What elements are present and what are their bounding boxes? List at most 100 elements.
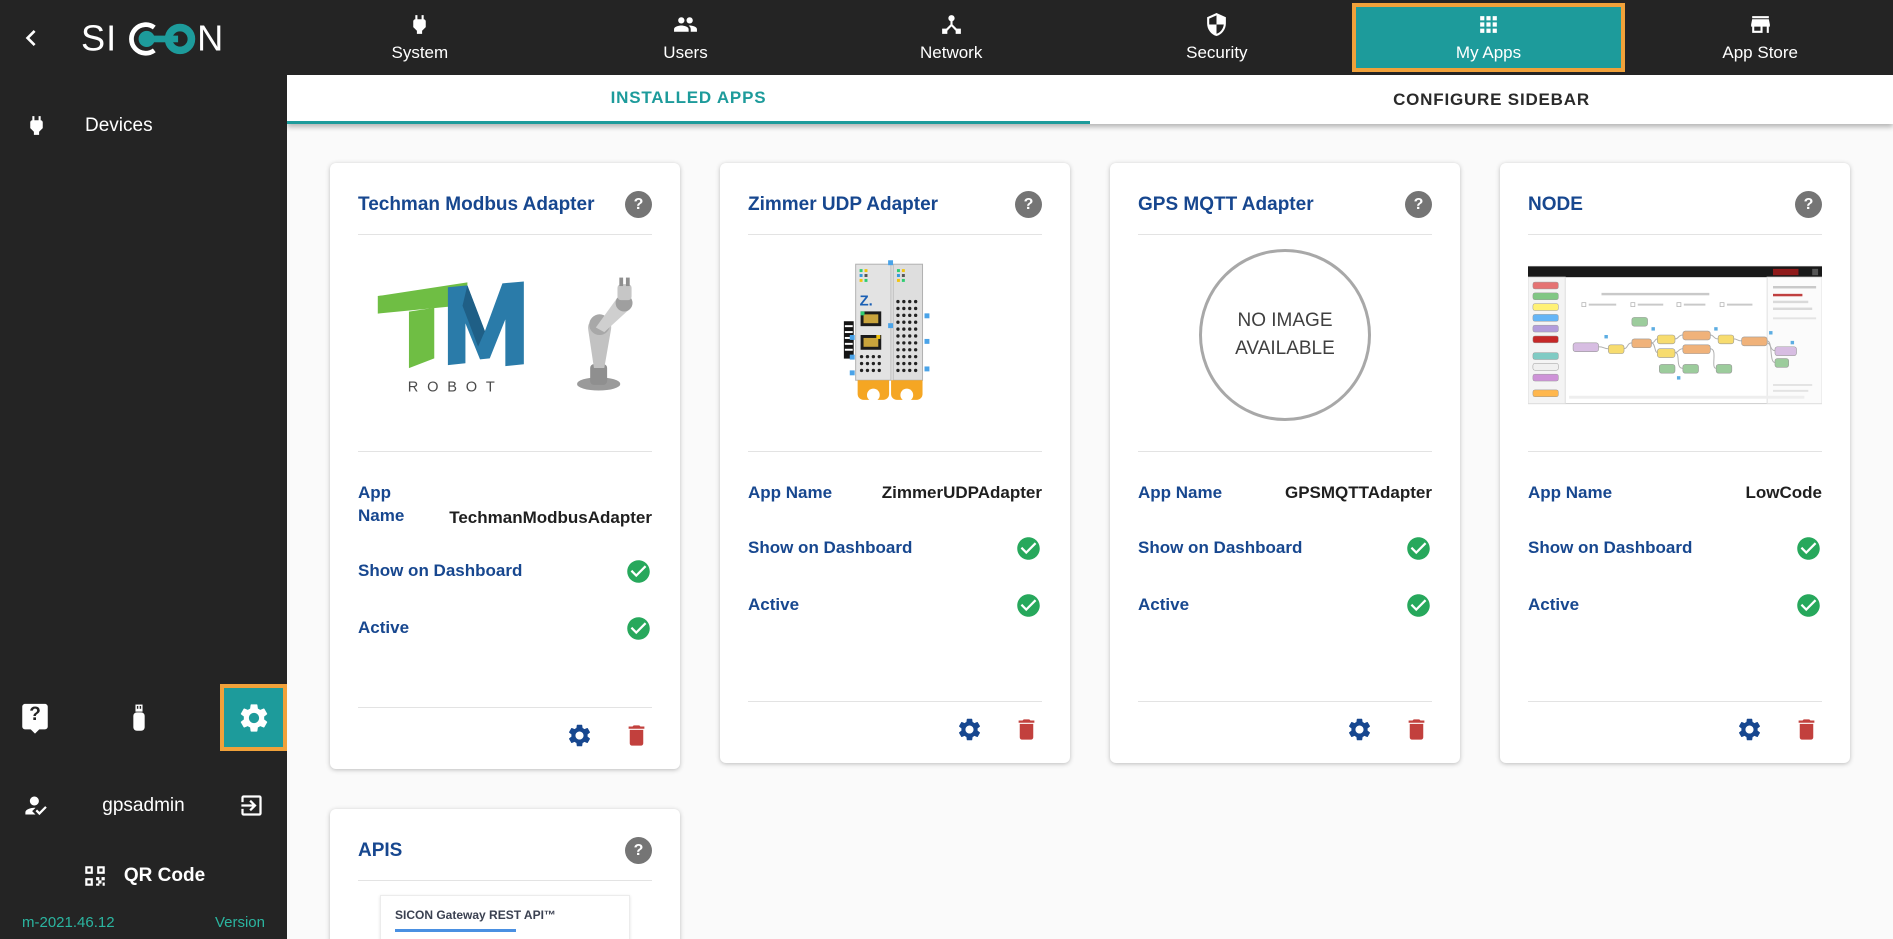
trash-icon [1408, 719, 1425, 740]
field-label: Show on Dashboard [748, 537, 913, 557]
nav-label: Network [920, 43, 983, 62]
nav-label: Security [1186, 43, 1248, 62]
app-settings-button[interactable] [1736, 716, 1763, 743]
field-label: App Name [1138, 483, 1223, 502]
field-app-name: App Name GPSMQTTAdapter [1138, 482, 1432, 505]
tab-installed-apps[interactable]: INSTALLED APPS [287, 75, 1090, 124]
app-image-apis: SICON Gateway REST API™ [380, 895, 630, 939]
zimmer-logo-text: Z. [860, 294, 873, 310]
trash-icon [628, 725, 645, 746]
check-circle-icon [1407, 537, 1430, 560]
plug-icon [413, 15, 427, 34]
field-label: Show on Dashboard [358, 560, 523, 580]
nav-item-network[interactable]: Network [818, 0, 1084, 75]
app-card-techman: Techman Modbus Adapter ? ROBOT App Name … [330, 163, 680, 769]
nav-item-app-store[interactable]: App Store [1627, 0, 1893, 75]
gear-icon [958, 718, 981, 741]
nav-label: My Apps [1455, 43, 1522, 62]
field-label: App Name [1528, 483, 1613, 502]
card-title: Techman Modbus Adapter [358, 193, 595, 215]
app-settings-button[interactable] [566, 722, 593, 749]
settings-button[interactable] [220, 684, 287, 751]
app-image-techman: ROBOT [358, 235, 652, 435]
check-circle-icon [1017, 594, 1040, 617]
check-circle-icon [1797, 594, 1820, 617]
version-row: m-2021.46.12 Version [0, 914, 287, 931]
user-check-icon [25, 796, 47, 816]
check-circle-icon [1797, 537, 1820, 560]
field-active: Active [1528, 592, 1822, 619]
logout-button[interactable] [238, 792, 265, 819]
divider [358, 880, 652, 881]
help-glyph: ? [1023, 195, 1034, 213]
cards-row: Techman Modbus Adapter ? ROBOT App Name … [330, 163, 1893, 769]
field-app-name: App Name TechmanModbusAdapter [358, 482, 652, 528]
check-circle-icon [627, 560, 650, 583]
user-row: gpsadmin [0, 792, 287, 819]
card-help-icon[interactable]: ? [1795, 191, 1822, 218]
field-app-name: App Name LowCode [1528, 482, 1822, 505]
tab-configure-sidebar[interactable]: CONFIGURE SIDEBAR [1090, 75, 1893, 124]
sidebar-utility-row: ? [0, 684, 287, 751]
field-label: Active [1138, 594, 1190, 614]
robot-arm-image [576, 277, 633, 391]
qr-code-button[interactable]: QR Code [0, 863, 287, 889]
trash-icon [1018, 719, 1035, 740]
plug-icon [30, 116, 43, 135]
card-title: Zimmer UDP Adapter [748, 193, 939, 215]
app-image-gps: NO IMAGE AVAILABLE [1138, 235, 1432, 435]
field-label: Active [1528, 594, 1580, 614]
card-help-icon[interactable]: ? [1405, 191, 1432, 218]
app-delete-button[interactable] [1013, 716, 1040, 743]
app-delete-button[interactable] [1793, 716, 1820, 743]
card-help-icon[interactable]: ? [625, 191, 652, 218]
field-active: Active [358, 615, 652, 642]
field-label: Active [358, 617, 410, 637]
field-app-name: App Name ZimmerUDPAdapter [748, 482, 1042, 505]
sidebar-item-devices[interactable]: Devices [0, 99, 287, 152]
version-label: Version [214, 914, 265, 931]
check-circle-icon [627, 617, 650, 640]
nav-item-system[interactable]: System [287, 0, 553, 75]
help-button[interactable]: ? [12, 695, 58, 741]
main-content: Techman Modbus Adapter ? ROBOT App Name … [287, 124, 1893, 939]
nav-item-my-apps[interactable]: My Apps [1351, 3, 1626, 72]
nav-item-security[interactable]: Security [1084, 0, 1350, 75]
app-image-zimmer: Z. [748, 235, 1042, 435]
tm-robot-caption: ROBOT [407, 379, 503, 395]
app-delete-button[interactable] [1403, 716, 1430, 743]
help-glyph: ? [633, 841, 644, 859]
field-show-on-dashboard: Show on Dashboard [748, 535, 1042, 562]
app-card-gps-mqtt: GPS MQTT Adapter ? NO IMAGE AVAILABLE Ap… [1110, 163, 1460, 763]
app-card-node: NODE ? App Name LowCode Show on Dashboar… [1500, 163, 1850, 763]
sicon-logo: SI N [54, 15, 279, 61]
field-label: Show on Dashboard [1528, 537, 1693, 557]
card-title: APIS [358, 839, 403, 861]
field-label: Show on Dashboard [1138, 537, 1303, 557]
app-settings-button[interactable] [956, 716, 983, 743]
field-show-on-dashboard: Show on Dashboard [1528, 535, 1822, 562]
tab-bar: INSTALLED APPS CONFIGURE SIDEBAR [287, 75, 1893, 124]
shield-icon [1207, 13, 1227, 36]
back-button[interactable] [8, 15, 54, 61]
gear-icon [1738, 718, 1761, 741]
trash-icon [1798, 719, 1815, 740]
users-icon [674, 17, 697, 32]
card-help-icon[interactable]: ? [1015, 191, 1042, 218]
logout-icon [241, 795, 262, 816]
gear-icon [1348, 718, 1371, 741]
app-image-node [1528, 235, 1822, 435]
help-glyph: ? [633, 195, 644, 213]
help-glyph: ? [1803, 195, 1814, 213]
sidebar-item-label: Devices [85, 114, 153, 136]
nav-item-users[interactable]: Users [553, 0, 819, 75]
app-delete-button[interactable] [623, 722, 650, 749]
card-help-icon[interactable]: ? [625, 837, 652, 864]
usb-icon [133, 704, 145, 731]
app-card-apis: APIS ? SICON Gateway REST API™ [330, 809, 680, 939]
app-name-value: GPSMQTTAdapter [1284, 483, 1432, 503]
field-label: Active [748, 594, 800, 614]
usb-device-button[interactable] [116, 695, 162, 741]
qr-code-label: QR Code [123, 865, 206, 886]
app-settings-button[interactable] [1346, 716, 1373, 743]
